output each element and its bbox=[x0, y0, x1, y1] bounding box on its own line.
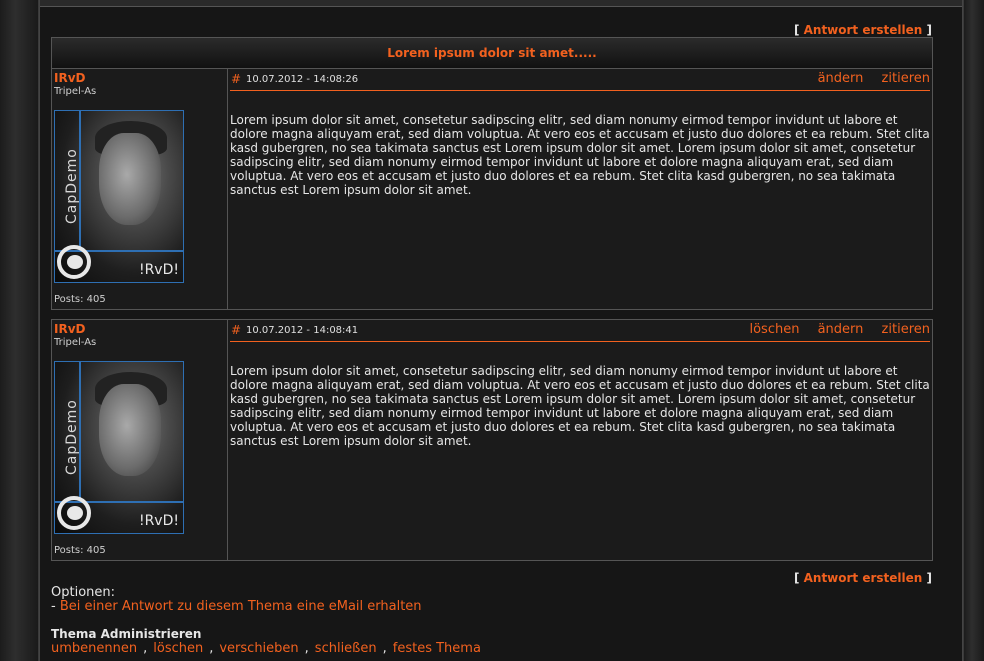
post-date: 10.07.2012 - 14:08:41 bbox=[246, 325, 359, 336]
post-actions: löschen ändern zitieren bbox=[735, 322, 930, 337]
permalink-hash[interactable]: # bbox=[231, 323, 241, 337]
post-content: # 10.07.2012 - 14:08:41 löschen ändern z… bbox=[228, 320, 932, 560]
email-notify-link[interactable]: Bei einer Antwort zu diesem Thema eine e… bbox=[60, 599, 422, 614]
avatar-logo-center bbox=[67, 255, 83, 269]
reply-top: [ Antwort erstellen ] bbox=[793, 23, 932, 37]
avatar-tag: !RvD! bbox=[138, 513, 179, 529]
username-link[interactable]: IRvD bbox=[54, 71, 86, 85]
delete-topic-link[interactable]: löschen bbox=[153, 641, 203, 656]
delete-button[interactable]: löschen bbox=[749, 322, 799, 337]
avatar: CapDemo !RvD! bbox=[54, 110, 184, 283]
post-actions: ändern zitieren bbox=[804, 71, 930, 86]
post-user-panel: IRvD Tripel-As CapDemo !RvD! Posts: 405 bbox=[52, 320, 228, 560]
post-user-panel: IRvD Tripel-As CapDemo !RvD! Posts: 405 bbox=[52, 69, 228, 309]
post-header: # 10.07.2012 - 14:08:41 löschen ändern z… bbox=[230, 322, 930, 342]
avatar-logo-center bbox=[67, 506, 83, 520]
username-link[interactable]: IRvD bbox=[54, 322, 86, 336]
permalink-hash[interactable]: # bbox=[231, 72, 241, 86]
topic-title: Lorem ipsum dolor sit amet..... bbox=[51, 37, 933, 69]
post-header: # 10.07.2012 - 14:08:26 ändern zitieren bbox=[230, 71, 930, 91]
post-count: Posts: 405 bbox=[54, 545, 106, 556]
admin-links: umbenennen, löschen, verschieben, schließen… bbox=[51, 641, 481, 656]
rename-link[interactable]: umbenennen bbox=[51, 641, 137, 656]
sticky-topic-link[interactable]: festes Thema bbox=[393, 641, 481, 656]
avatar-brand-text: CapDemo bbox=[64, 399, 80, 475]
admin-title: Thema Administrieren bbox=[51, 627, 202, 641]
quote-button[interactable]: zitieren bbox=[882, 322, 930, 337]
forum-frame: [ Antwort erstellen ] Lorem ipsum dolor … bbox=[39, 0, 963, 661]
avatar-face-shape bbox=[99, 384, 161, 476]
right-border-decoration bbox=[963, 0, 984, 661]
quote-button[interactable]: zitieren bbox=[882, 71, 930, 86]
move-link[interactable]: verschieben bbox=[219, 641, 298, 656]
reply-button-top[interactable]: Antwort erstellen bbox=[804, 23, 923, 37]
avatar-tag: !RvD! bbox=[138, 262, 179, 278]
post: IRvD Tripel-As CapDemo !RvD! Posts: 405 … bbox=[51, 319, 933, 561]
edit-button[interactable]: ändern bbox=[818, 322, 864, 337]
reply-button-bottom[interactable]: Antwort erstellen bbox=[804, 571, 923, 585]
close-topic-link[interactable]: schließen bbox=[315, 641, 377, 656]
post-count: Posts: 405 bbox=[54, 294, 106, 305]
avatar: CapDemo !RvD! bbox=[54, 361, 184, 534]
post-body: Lorem ipsum dolor sit amet, consetetur s… bbox=[230, 364, 930, 448]
frame-top-bar bbox=[40, 0, 962, 7]
options-label: Optionen: bbox=[51, 585, 116, 600]
options-line: - Bei einer Antwort zu diesem Thema eine… bbox=[51, 599, 422, 614]
post-date: 10.07.2012 - 14:08:26 bbox=[246, 74, 359, 85]
edit-button[interactable]: ändern bbox=[818, 71, 864, 86]
avatar-brand-text: CapDemo bbox=[64, 148, 80, 224]
user-rank: Tripel-As bbox=[54, 86, 97, 97]
post-body: Lorem ipsum dolor sit amet, consetetur s… bbox=[230, 113, 930, 197]
left-border-decoration bbox=[0, 0, 39, 661]
post: IRvD Tripel-As CapDemo !RvD! Posts: 405 … bbox=[51, 68, 933, 310]
post-content: # 10.07.2012 - 14:08:26 ändern zitieren … bbox=[228, 69, 932, 309]
avatar-face-shape bbox=[99, 133, 161, 225]
user-rank: Tripel-As bbox=[54, 337, 97, 348]
reply-bottom: [ Antwort erstellen ] bbox=[793, 571, 932, 585]
